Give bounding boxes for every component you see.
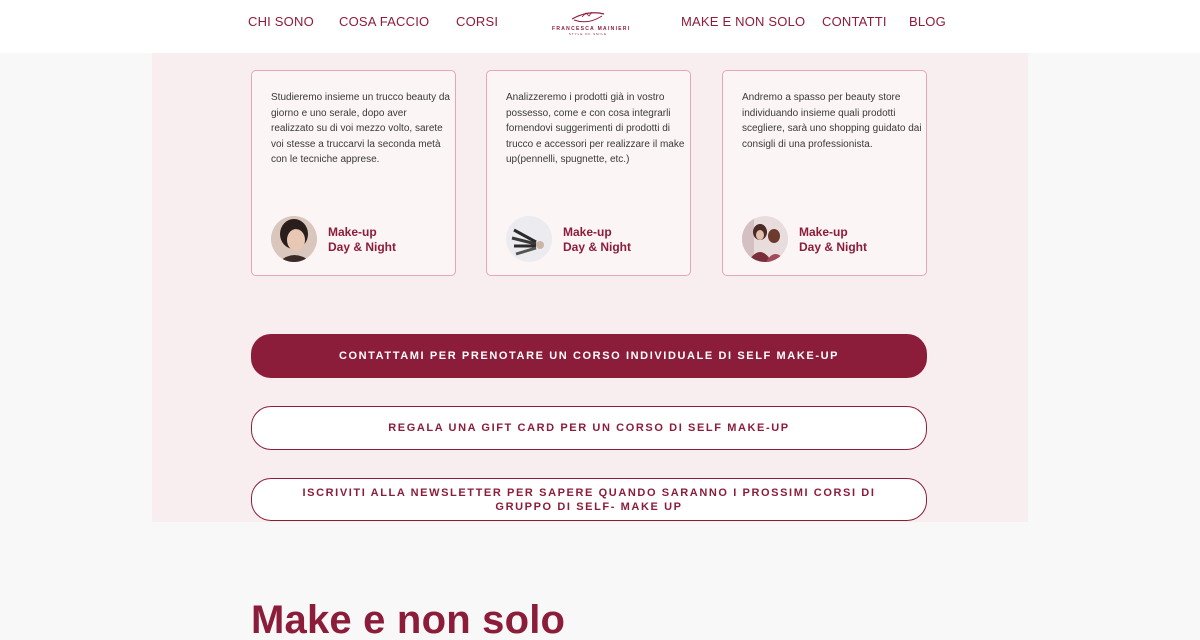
logo-tagline: STYLE OF SMILE — [568, 32, 608, 36]
card-title-line2: Day & Night — [563, 240, 632, 254]
shopping-photo-icon — [742, 216, 788, 262]
nav-contatti[interactable]: CONTATTI — [822, 14, 887, 29]
nav-cosa-faccio[interactable]: COSA FACCIO — [339, 14, 429, 29]
card-title-line1: Make-up — [799, 225, 848, 239]
course-card-1: Studieremo insieme un trucco beauty da g… — [251, 70, 456, 276]
card-title: Make-up Day & Night — [563, 225, 631, 255]
book-individual-course-button[interactable]: CONTATTAMI PER PRENOTARE UN CORSO INDIVI… — [251, 334, 927, 378]
top-navbar: CHI SONO COSA FACCIO CORSI FRANCESCA MAI… — [0, 0, 1200, 53]
nav-blog[interactable]: BLOG — [909, 14, 946, 29]
make-e-non-solo-heading: Make e non solo — [251, 598, 566, 640]
course-card-2: Analizzeremo i prodotti già in vostro po… — [486, 70, 691, 276]
nav-make-e-non-solo[interactable]: MAKE E NON SOLO — [681, 14, 805, 29]
woman-portrait-icon — [271, 216, 317, 262]
makeup-brushes-icon — [506, 216, 552, 262]
newsletter-signup-button[interactable]: ISCRIVITI ALLA NEWSLETTER PER SAPERE QUA… — [251, 478, 927, 521]
nav-chi-sono[interactable]: CHI SONO — [248, 14, 314, 29]
card-title: Make-up Day & Night — [328, 225, 396, 255]
card-title-line2: Day & Night — [799, 240, 868, 254]
card-description: Andremo a spasso per beauty store indivi… — [742, 92, 922, 150]
logo-smile-icon — [571, 11, 605, 23]
card-description: Analizzeremo i prodotti già in vostro po… — [506, 92, 685, 165]
site-logo[interactable]: FRANCESCA MAINIERI STYLE OF SMILE — [552, 8, 629, 40]
card-description: Studieremo insieme un trucco beauty da g… — [271, 92, 450, 165]
course-card-3: Andremo a spasso per beauty store indivi… — [722, 70, 927, 276]
card-title-line1: Make-up — [563, 225, 612, 239]
nav-corsi[interactable]: CORSI — [456, 14, 498, 29]
gift-card-button[interactable]: REGALA UNA GIFT CARD PER UN CORSO DI SEL… — [251, 406, 927, 450]
card-title-line2: Day & Night — [328, 240, 397, 254]
card-title-line1: Make-up — [328, 225, 377, 239]
card-title: Make-up Day & Night — [799, 225, 867, 255]
